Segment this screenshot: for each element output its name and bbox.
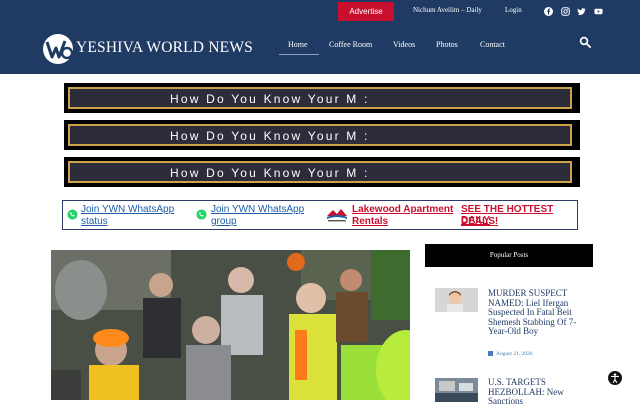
site-brand[interactable]: YESHIVA WORLD NEWS — [76, 39, 253, 57]
lakewood-rentals-link-line2[interactable]: Rentals — [352, 216, 388, 227]
accessibility-icon — [610, 373, 620, 383]
lakewood-rentals-link[interactable]: Lakewood Apartment — [352, 204, 453, 215]
ad-banner-text: How Do You Know Your M : — [170, 129, 370, 143]
post-thumbnail[interactable] — [435, 288, 478, 312]
ad-banner[interactable]: How Do You Know Your M : — [64, 120, 580, 150]
search-icon[interactable] — [579, 36, 591, 48]
popular-post-date: August 21, 2026 — [488, 351, 533, 357]
featured-article-image[interactable] — [51, 250, 410, 400]
nav-videos[interactable]: Videos — [393, 40, 415, 49]
ad-banner-frame: How Do You Know Your M : — [68, 124, 572, 146]
whatsapp-icon[interactable] — [67, 209, 78, 220]
whatsapp-status-link[interactable]: Join YWN WhatsApp — [81, 204, 174, 215]
advertise-button[interactable]: Advertise — [338, 2, 394, 21]
post-date-text: August 21, 2026 — [496, 351, 533, 357]
instagram-icon[interactable] — [561, 7, 570, 16]
nav-coffee-room[interactable]: Coffee Room — [329, 40, 372, 49]
hottest-deals-link-line2[interactable]: DEALS! — [461, 216, 579, 227]
site-header: Advertise Nichum Aveilim – Daily Login Y… — [0, 0, 640, 74]
lakewood-logo-icon[interactable] — [325, 207, 349, 223]
whatsapp-icon[interactable] — [196, 209, 207, 220]
ad-banner[interactable]: How Do You Know Your M : — [64, 83, 580, 113]
nav-photos[interactable]: Photos — [436, 40, 458, 49]
youtube-icon[interactable] — [594, 7, 603, 16]
whatsapp-group-link[interactable]: Join YWN WhatsApp — [211, 204, 304, 215]
ad-banner-text: How Do You Know Your M : — [170, 166, 370, 180]
whatsapp-group-link-line2[interactable]: group — [211, 216, 237, 227]
nav-contact[interactable]: Contact — [480, 40, 505, 49]
ad-banner-frame: How Do You Know Your M : — [68, 87, 572, 109]
post-thumbnail[interactable] — [435, 378, 478, 402]
popular-post-title[interactable]: U.S. TARGETS HEZBOLLAH: New Sanctions — [488, 377, 588, 407]
whatsapp-status-link-line2[interactable]: status — [81, 216, 108, 227]
popular-post-title[interactable]: MURDER SUSPECT NAMED: Liel Ifergan Suspe… — [488, 288, 588, 337]
nav-active-indicator — [279, 54, 319, 55]
login-link[interactable]: Login — [505, 6, 522, 14]
ad-banner[interactable]: How Do You Know Your M : — [64, 157, 580, 187]
accessibility-button[interactable] — [608, 371, 622, 385]
calendar-icon — [488, 351, 493, 356]
nichum-aveilim-link[interactable]: Nichum Aveilim – Daily — [413, 6, 482, 14]
ad-banner-text: How Do You Know Your M : — [170, 92, 370, 106]
twitter-icon[interactable] — [577, 7, 586, 16]
facebook-icon[interactable] — [544, 7, 553, 16]
promo-links-bar: Join YWN WhatsApp status Join YWN WhatsA… — [62, 200, 578, 230]
ywn-logo-icon[interactable] — [42, 33, 74, 65]
popular-posts-header: Popular Posts — [425, 244, 593, 267]
ad-banner-frame: How Do You Know Your M : — [68, 161, 572, 183]
nav-home[interactable]: Home — [288, 40, 308, 49]
